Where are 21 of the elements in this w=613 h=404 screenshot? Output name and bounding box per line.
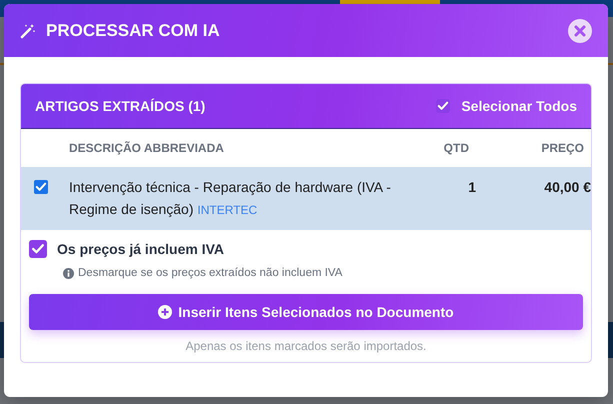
insert-items-button[interactable]: Inserir Itens Selecionados no Documento [29, 294, 583, 330]
select-all-checkbox[interactable] [436, 99, 450, 113]
item-price: 40,00 € [544, 179, 591, 195]
import-note: Apenas os itens marcados serão importados. [184, 338, 428, 353]
item-quantity: 1 [468, 179, 476, 195]
item-description: Intervenção técnica - Reparação de hardware (IVA - Regime de isenção) INTERTEC [69, 179, 391, 217]
column-header: PREÇO [540, 140, 585, 157]
column-header: DESCRIÇÃO ABBREVIADA [69, 140, 225, 157]
column-header: QTD [442, 140, 470, 157]
magic-wand-icon [20, 22, 36, 38]
modal-title: PROCESSAR COM IA [46, 20, 221, 40]
vat-hint: Desmarque se os preços extraídos não incluem IVA [78, 267, 342, 279]
close-button[interactable] [568, 18, 592, 42]
vat-label[interactable]: Os preços já incluem IVA [57, 241, 224, 257]
plus-circle-icon [158, 305, 172, 319]
select-all-label[interactable]: Selecionar Todos [461, 98, 577, 114]
vat-checkbox[interactable] [29, 240, 47, 258]
info-icon [63, 268, 74, 278]
row-checkbox[interactable] [34, 180, 48, 194]
close-icon [574, 24, 586, 36]
card-title: ARTIGOS EXTRAÍDOS (1) [35, 98, 206, 114]
